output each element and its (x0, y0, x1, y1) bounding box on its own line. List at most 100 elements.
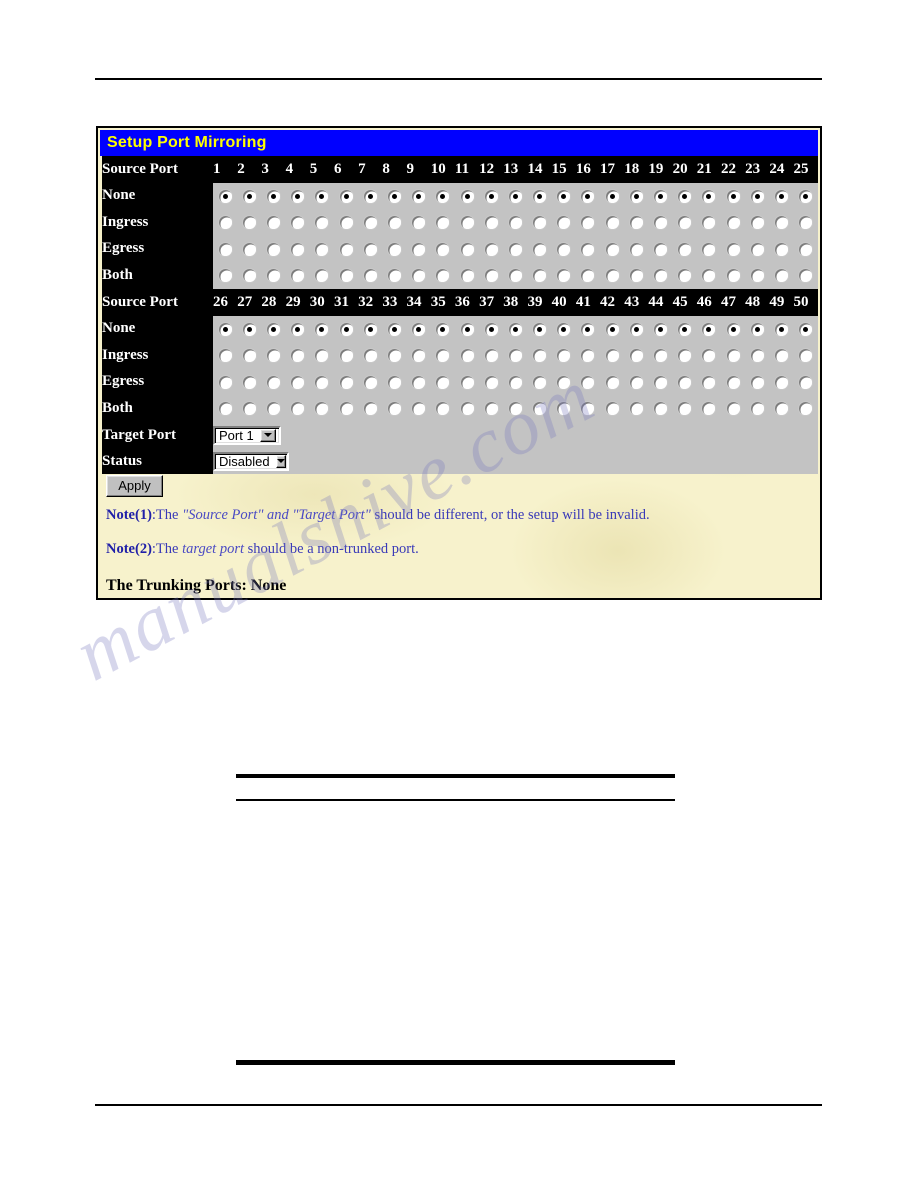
radio-button-port-14-egress[interactable] (533, 242, 547, 256)
radio-cell-port-24-ingress[interactable] (769, 209, 794, 236)
radio-button-port-11-egress[interactable] (460, 242, 474, 256)
radio-cell-port-27-both[interactable] (237, 395, 262, 422)
radio-button-port-22-both[interactable] (726, 269, 740, 283)
radio-cell-port-42-none[interactable] (600, 315, 625, 342)
radio-cell-port-37-both[interactable] (479, 395, 504, 422)
radio-button-port-15-both[interactable] (557, 269, 571, 283)
radio-button-port-43-egress[interactable] (629, 375, 643, 389)
radio-button-port-5-ingress[interactable] (315, 216, 329, 230)
radio-cell-port-29-egress[interactable] (285, 368, 310, 395)
radio-button-port-23-egress[interactable] (750, 242, 764, 256)
radio-cell-port-10-both[interactable] (430, 262, 455, 289)
radio-cell-port-41-both[interactable] (575, 395, 601, 422)
radio-button-port-33-both[interactable] (387, 402, 401, 416)
radio-button-port-24-none[interactable] (774, 189, 788, 203)
radio-button-port-41-egress[interactable] (581, 375, 595, 389)
radio-button-port-24-ingress[interactable] (774, 216, 788, 230)
radio-button-port-38-egress[interactable] (508, 375, 522, 389)
radio-cell-port-16-egress[interactable] (575, 235, 601, 262)
radio-button-port-22-ingress[interactable] (726, 216, 740, 230)
radio-button-port-30-egress[interactable] (315, 375, 329, 389)
radio-cell-port-48-both[interactable] (745, 395, 770, 422)
radio-cell-port-8-egress[interactable] (382, 235, 407, 262)
radio-cell-port-26-both[interactable] (213, 395, 238, 422)
radio-button-port-26-egress[interactable] (218, 375, 232, 389)
apply-button[interactable]: Apply (106, 475, 163, 497)
radio-button-port-30-both[interactable] (315, 402, 329, 416)
radio-cell-port-45-both[interactable] (672, 395, 697, 422)
radio-button-port-15-egress[interactable] (557, 242, 571, 256)
radio-button-port-35-egress[interactable] (436, 375, 450, 389)
radio-button-port-31-egress[interactable] (339, 375, 353, 389)
radio-cell-port-5-both[interactable] (309, 262, 334, 289)
radio-cell-port-16-ingress[interactable] (575, 209, 601, 236)
radio-cell-port-31-egress[interactable] (333, 368, 359, 395)
radio-cell-port-13-none[interactable] (503, 182, 528, 209)
radio-button-port-25-egress[interactable] (799, 242, 813, 256)
radio-button-port-36-both[interactable] (460, 402, 474, 416)
radio-cell-port-40-egress[interactable] (551, 368, 576, 395)
radio-button-port-48-none[interactable] (750, 322, 764, 336)
radio-button-port-22-egress[interactable] (726, 242, 740, 256)
radio-button-port-23-none[interactable] (750, 189, 764, 203)
radio-button-port-29-both[interactable] (291, 402, 305, 416)
radio-cell-port-38-egress[interactable] (503, 368, 528, 395)
radio-button-port-14-both[interactable] (533, 269, 547, 283)
radio-button-port-50-ingress[interactable] (799, 349, 813, 363)
radio-cell-port-19-none[interactable] (648, 182, 673, 209)
radio-cell-port-42-both[interactable] (600, 395, 625, 422)
radio-button-port-19-none[interactable] (654, 189, 668, 203)
radio-cell-port-20-egress[interactable] (672, 235, 697, 262)
radio-button-port-12-egress[interactable] (484, 242, 498, 256)
radio-button-port-20-ingress[interactable] (678, 216, 692, 230)
radio-button-port-3-both[interactable] (267, 269, 281, 283)
radio-cell-port-18-both[interactable] (624, 262, 649, 289)
radio-cell-port-34-both[interactable] (406, 395, 431, 422)
radio-cell-port-37-none[interactable] (479, 315, 504, 342)
radio-button-port-38-ingress[interactable] (508, 349, 522, 363)
radio-button-port-39-egress[interactable] (533, 375, 547, 389)
radio-cell-port-13-egress[interactable] (503, 235, 528, 262)
radio-button-port-49-none[interactable] (774, 322, 788, 336)
radio-button-port-13-egress[interactable] (508, 242, 522, 256)
radio-cell-port-22-none[interactable] (720, 182, 746, 209)
radio-cell-port-29-none[interactable] (285, 315, 310, 342)
radio-button-port-39-none[interactable] (533, 322, 547, 336)
radio-cell-port-35-ingress[interactable] (430, 342, 455, 369)
radio-button-port-36-none[interactable] (460, 322, 474, 336)
radio-button-port-21-none[interactable] (702, 189, 716, 203)
radio-cell-port-36-egress[interactable] (454, 368, 480, 395)
radio-cell-port-35-egress[interactable] (430, 368, 455, 395)
radio-cell-port-6-none[interactable] (333, 182, 359, 209)
radio-cell-port-40-none[interactable] (551, 315, 576, 342)
radio-cell-port-33-ingress[interactable] (382, 342, 407, 369)
radio-button-port-2-both[interactable] (242, 269, 256, 283)
radio-cell-port-45-egress[interactable] (672, 368, 697, 395)
radio-button-port-49-egress[interactable] (774, 375, 788, 389)
radio-cell-port-49-ingress[interactable] (769, 342, 794, 369)
radio-cell-port-36-both[interactable] (454, 395, 480, 422)
radio-cell-port-31-none[interactable] (333, 315, 359, 342)
radio-button-port-23-both[interactable] (750, 269, 764, 283)
radio-button-port-37-egress[interactable] (484, 375, 498, 389)
radio-cell-port-47-none[interactable] (720, 315, 746, 342)
radio-cell-port-21-ingress[interactable] (696, 209, 721, 236)
radio-button-port-4-both[interactable] (291, 269, 305, 283)
radio-cell-port-28-none[interactable] (261, 315, 286, 342)
radio-cell-port-18-none[interactable] (624, 182, 649, 209)
radio-cell-port-15-ingress[interactable] (551, 209, 576, 236)
radio-cell-port-27-none[interactable] (237, 315, 262, 342)
radio-button-port-6-ingress[interactable] (339, 216, 353, 230)
radio-button-port-38-both[interactable] (508, 402, 522, 416)
radio-cell-port-48-ingress[interactable] (745, 342, 770, 369)
radio-cell-port-23-egress[interactable] (745, 235, 770, 262)
radio-button-port-45-both[interactable] (678, 402, 692, 416)
radio-cell-port-7-none[interactable] (358, 182, 383, 209)
radio-button-port-42-egress[interactable] (605, 375, 619, 389)
radio-cell-port-41-none[interactable] (575, 315, 601, 342)
radio-cell-port-23-both[interactable] (745, 262, 770, 289)
radio-button-port-42-ingress[interactable] (605, 349, 619, 363)
radio-cell-port-45-none[interactable] (672, 315, 697, 342)
radio-button-port-27-both[interactable] (242, 402, 256, 416)
radio-cell-port-38-none[interactable] (503, 315, 528, 342)
